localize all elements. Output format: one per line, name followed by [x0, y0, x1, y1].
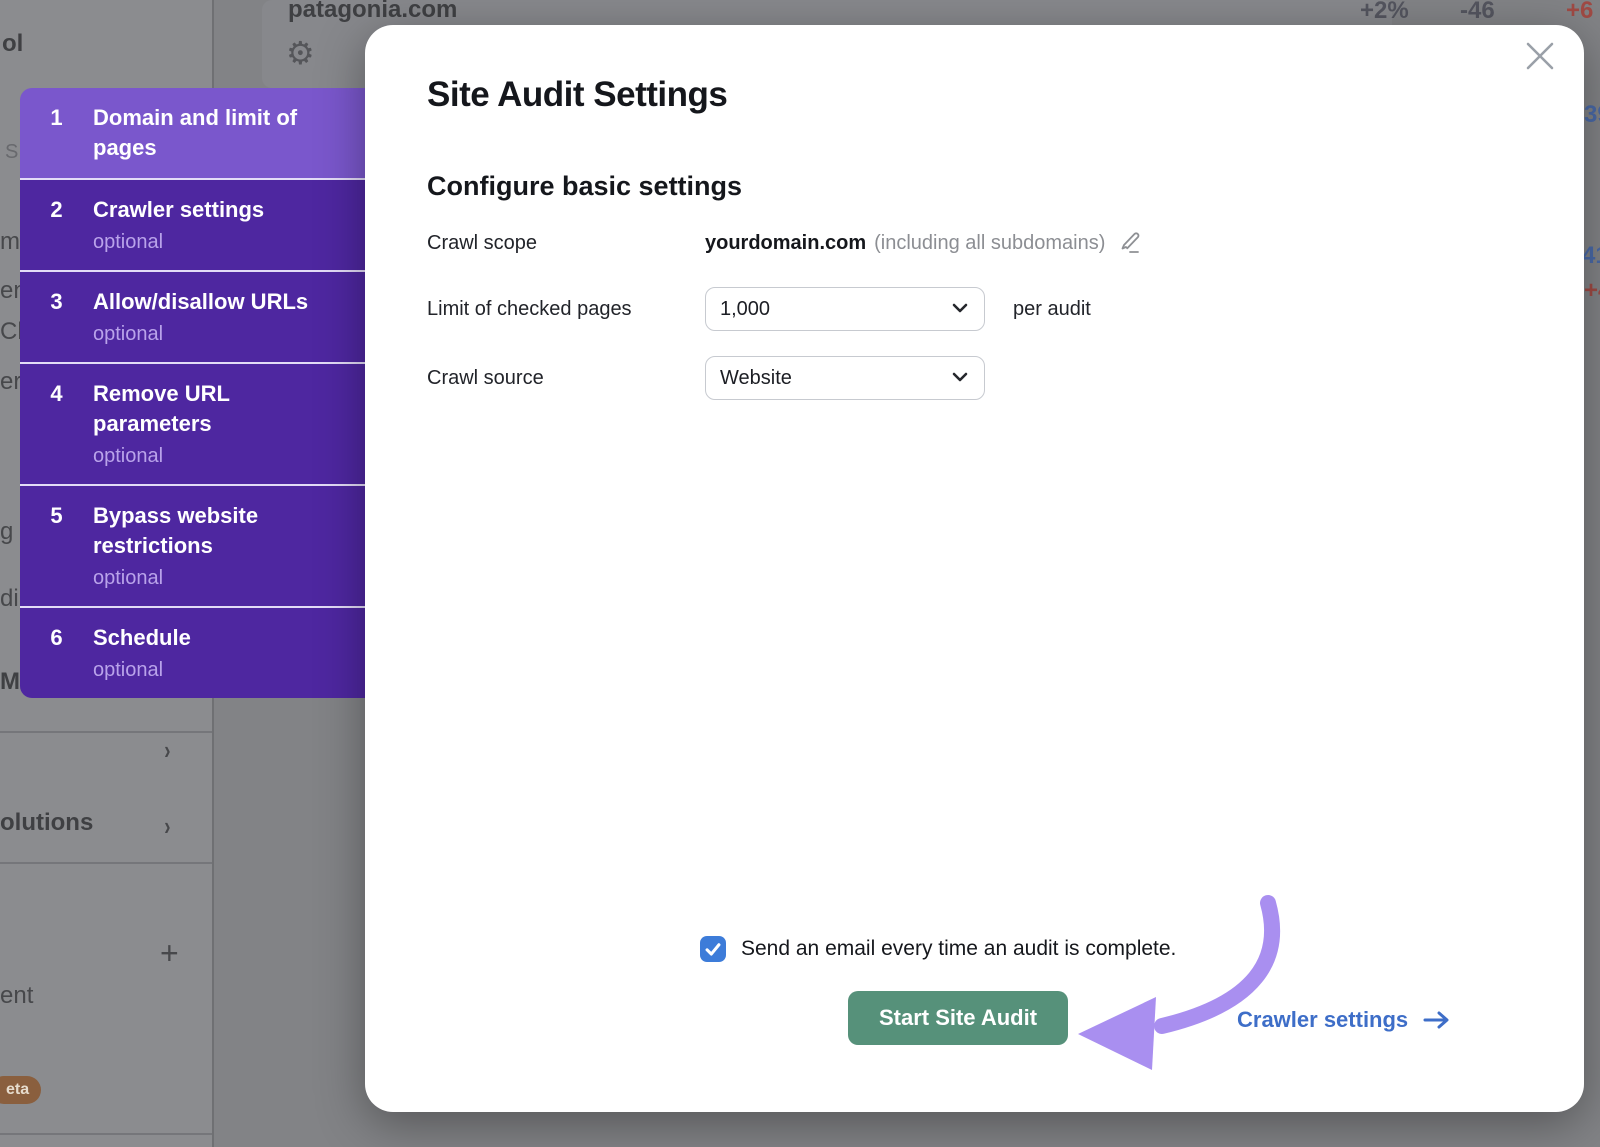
step-bypass-restrictions[interactable]: 5 Bypass website restrictions optional [20, 484, 365, 606]
bg-metric: +4 [1584, 277, 1600, 305]
bg-partial-g: g [0, 518, 13, 546]
step-domain-and-limit[interactable]: 1 Domain and limit of pages [20, 88, 365, 178]
background-row-divider [0, 731, 212, 733]
step-optional-label: optional [93, 657, 349, 683]
chevron-right-icon: › [164, 735, 170, 766]
crawl-scope-note: (including all subdomains) [874, 232, 1105, 255]
step-number: 4 [20, 379, 93, 469]
step-allow-disallow-urls[interactable]: 3 Allow/disallow URLs optional [20, 270, 365, 362]
screen: ol SI m en Ch er g di Ma olutions ent › … [0, 0, 1600, 1147]
step-title: Domain and limit of pages [93, 103, 341, 163]
background-row-divider [0, 1133, 212, 1135]
step-schedule[interactable]: 6 Schedule optional [20, 606, 365, 698]
crawl-source-row: Crawl source Website [427, 356, 985, 400]
step-optional-label: optional [93, 443, 349, 469]
edit-pencil-icon[interactable] [1117, 230, 1143, 256]
step-optional-label: optional [93, 229, 349, 255]
start-site-audit-button[interactable]: Start Site Audit [848, 991, 1068, 1045]
wizard-steps-panel: 1 Domain and limit of pages 2 Crawler se… [20, 88, 365, 698]
beta-badge: eta [0, 1076, 41, 1104]
step-crawler-settings[interactable]: 2 Crawler settings optional [20, 178, 365, 270]
bg-metric: 39 [1584, 101, 1600, 129]
bg-metric: +2% [1360, 0, 1409, 25]
crawl-source-select-value: Website [720, 367, 950, 390]
limit-row: Limit of checked pages 1,000 per audit [427, 287, 1091, 331]
bg-metric: 41 [1582, 242, 1600, 270]
email-checkbox-label: Send an email every time an audit is com… [741, 937, 1176, 961]
step-number: 1 [20, 103, 93, 163]
step-title: Crawler settings [93, 195, 341, 225]
chevron-right-icon: › [164, 811, 170, 842]
bg-partial-tool: ol [2, 30, 23, 58]
limit-select-value: 1,000 [720, 298, 950, 321]
step-number: 6 [20, 623, 93, 683]
background-row-divider [0, 862, 212, 864]
step-number: 5 [20, 501, 93, 591]
modal-title: Site Audit Settings [427, 75, 727, 115]
crawl-scope-label: Crawl scope [427, 232, 705, 255]
step-number: 2 [20, 195, 93, 255]
bg-partial-solutions: olutions [0, 809, 93, 837]
limit-label: Limit of checked pages [427, 298, 705, 321]
gear-icon: ⚙ [286, 34, 315, 72]
step-title: Bypass website restrictions [93, 501, 341, 561]
bg-partial-er: er [0, 368, 21, 396]
bg-project-domain: patagonia.com [288, 0, 457, 24]
step-title: Schedule [93, 623, 341, 653]
chevron-down-icon [950, 298, 970, 321]
crawl-scope-row: Crawl scope yourdomain.com (including al… [427, 221, 1143, 265]
step-title: Remove URL parameters [93, 379, 341, 439]
crawler-settings-link[interactable]: Crawler settings [1237, 1007, 1452, 1033]
bg-metric: -46 [1460, 0, 1495, 25]
bg-partial-di: di [0, 585, 19, 613]
limit-select[interactable]: 1,000 [705, 287, 985, 331]
close-icon[interactable] [1522, 38, 1558, 74]
step-optional-label: optional [93, 565, 349, 591]
step-title: Allow/disallow URLs [93, 287, 341, 317]
email-checkbox-row: Send an email every time an audit is com… [700, 936, 1176, 962]
crawler-settings-link-label: Crawler settings [1237, 1007, 1408, 1033]
crawl-source-label: Crawl source [427, 367, 705, 390]
step-remove-url-parameters[interactable]: 4 Remove URL parameters optional [20, 362, 365, 484]
email-checkbox[interactable] [700, 936, 726, 962]
chevron-down-icon [950, 367, 970, 390]
section-heading: Configure basic settings [427, 171, 742, 202]
limit-suffix: per audit [1013, 298, 1091, 321]
arrow-right-icon [1422, 1009, 1452, 1031]
bg-partial-m: m [0, 228, 20, 256]
site-audit-settings-modal: Site Audit Settings Configure basic sett… [365, 25, 1584, 1112]
crawl-scope-domain: yourdomain.com [705, 232, 866, 255]
plus-icon: + [160, 935, 179, 972]
bg-metric: +6 [1566, 0, 1593, 25]
crawl-source-select[interactable]: Website [705, 356, 985, 400]
step-number: 3 [20, 287, 93, 347]
bg-partial-ent: ent [0, 982, 33, 1010]
step-optional-label: optional [93, 321, 349, 347]
